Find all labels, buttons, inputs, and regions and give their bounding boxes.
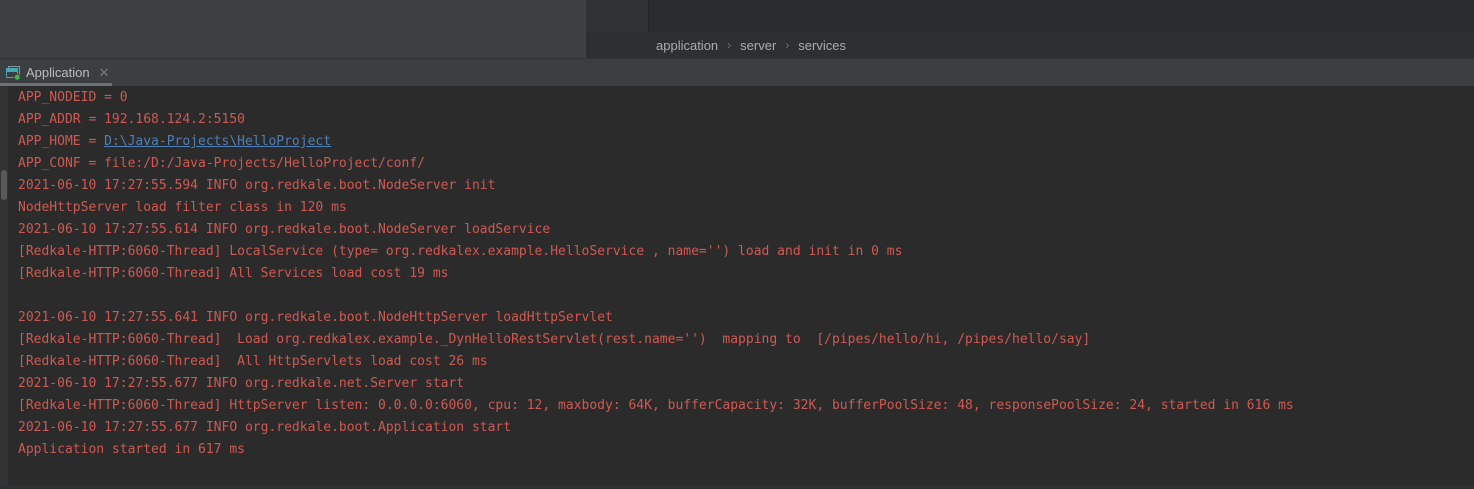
ide-window: application › server › services Applicat… xyxy=(0,0,1474,489)
log-text: [Redkale-HTTP:6060-Thread] LocalService … xyxy=(18,244,902,259)
breadcrumb-separator-icon: › xyxy=(727,38,731,52)
header-dark-block xyxy=(649,0,1474,32)
console-line: 2021-06-10 17:27:55.641 INFO org.redkale… xyxy=(18,307,1474,329)
log-text: 2021-06-10 17:27:55.641 INFO org.redkale… xyxy=(18,310,613,325)
breadcrumb-item-services[interactable]: services xyxy=(798,38,846,53)
log-text: 2021-06-10 17:27:55.594 INFO org.redkale… xyxy=(18,178,495,193)
console-line: [Redkale-HTTP:6060-Thread] LocalService … xyxy=(18,241,1474,263)
log-text: [Redkale-HTTP:6060-Thread] Load org.redk… xyxy=(18,332,1090,347)
close-icon[interactable]: ✕ xyxy=(99,66,110,81)
log-text: [Redkale-HTTP:6060-Thread] All Services … xyxy=(18,266,448,281)
console-line: 2021-06-10 17:27:55.614 INFO org.redkale… xyxy=(18,219,1474,241)
log-text: APP_NODEID = 0 xyxy=(18,90,128,105)
header-divider-block xyxy=(586,0,649,32)
console-line: 2021-06-10 17:27:55.677 INFO org.redkale… xyxy=(18,417,1474,439)
console-line xyxy=(18,285,1474,307)
tab-application[interactable]: Application ✕ xyxy=(0,59,118,87)
breadcrumb-separator-icon: › xyxy=(785,38,789,52)
console-line: 2021-06-10 17:27:55.677 INFO org.redkale… xyxy=(18,373,1474,395)
file-path-link[interactable]: D:\Java-Projects\HelloProject xyxy=(104,134,331,149)
run-toolwindow-tabbar: Application ✕ xyxy=(0,58,1474,87)
console-line: APP_HOME = D:\Java-Projects\HelloProject xyxy=(18,131,1474,153)
console-line: [Redkale-HTTP:6060-Thread] Load org.redk… xyxy=(18,329,1474,351)
log-text: [Redkale-HTTP:6060-Thread] HttpServer li… xyxy=(18,398,1294,413)
console-bottom-edge xyxy=(0,485,1474,489)
log-text: 2021-06-10 17:27:55.614 INFO org.redkale… xyxy=(18,222,550,237)
console-output: APP_NODEID = 0 APP_ADDR = 192.168.124.2:5… xyxy=(0,86,1474,489)
header-right-region: application › server › services xyxy=(586,0,1474,58)
console-scrollbar-thumb[interactable] xyxy=(1,170,7,200)
tab-label: Application xyxy=(26,65,90,82)
console-scrollbar-track[interactable] xyxy=(0,86,8,489)
header-right-blocks xyxy=(586,0,1474,32)
header-region: application › server › services xyxy=(0,0,1474,58)
log-text: APP_CONF = file:/D:/Java-Projects/HelloP… xyxy=(18,156,425,171)
console-line: APP_NODEID = 0 xyxy=(18,87,1474,109)
breadcrumb-item-server[interactable]: server xyxy=(740,38,776,53)
log-text: 2021-06-10 17:27:55.677 INFO org.redkale… xyxy=(18,420,511,435)
console-line: [Redkale-HTTP:6060-Thread] HttpServer li… xyxy=(18,395,1474,417)
console-line: [Redkale-HTTP:6060-Thread] All Services … xyxy=(18,263,1474,285)
breadcrumb: application › server › services xyxy=(586,32,1474,58)
console-line: Application started in 617 ms xyxy=(18,439,1474,461)
console-line: [Redkale-HTTP:6060-Thread] All HttpServl… xyxy=(18,351,1474,373)
console-line: APP_CONF = file:/D:/Java-Projects/HelloP… xyxy=(18,153,1474,175)
console-line: APP_ADDR = 192.168.124.2:5150 xyxy=(18,109,1474,131)
log-text: NodeHttpServer load filter class in 120 … xyxy=(18,200,347,215)
editor-empty-panel xyxy=(0,0,586,58)
run-console-icon xyxy=(5,65,21,81)
log-text: APP_HOME = xyxy=(18,134,104,149)
log-text: Application started in 617 ms xyxy=(18,442,245,457)
console-line: NodeHttpServer load filter class in 120 … xyxy=(18,197,1474,219)
breadcrumb-item-application[interactable]: application xyxy=(656,38,718,53)
log-text: 2021-06-10 17:27:55.677 INFO org.redkale… xyxy=(18,376,464,391)
log-text: APP_ADDR = 192.168.124.2:5150 xyxy=(18,112,245,127)
log-text: [Redkale-HTTP:6060-Thread] All HttpServl… xyxy=(18,354,488,369)
console-line: 2021-06-10 17:27:55.594 INFO org.redkale… xyxy=(18,175,1474,197)
console-log: APP_NODEID = 0 APP_ADDR = 192.168.124.2:5… xyxy=(18,87,1474,461)
